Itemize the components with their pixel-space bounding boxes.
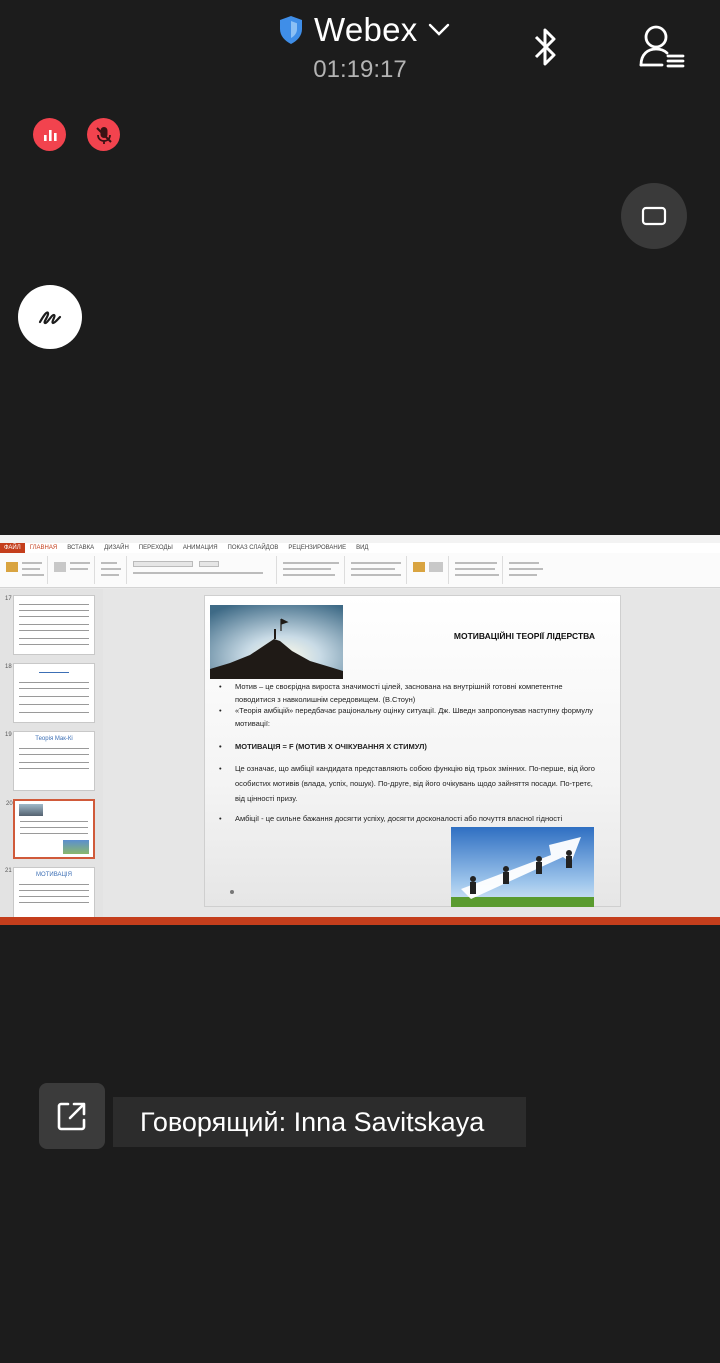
slide-number: 19 [5, 732, 12, 738]
share-out-button[interactable] [39, 1083, 105, 1149]
ppt-tab-file: ФАЙЛ [0, 543, 25, 553]
ribbon-group [451, 556, 503, 584]
current-slide[interactable]: МОТИВАЦІЙНІ ТЕОРІЇ ЛІДЕРСТВА Мотив – це … [204, 595, 621, 907]
ribbon-group [347, 556, 407, 584]
slide-thumbnail-selected[interactable]: 20 [6, 799, 95, 859]
ppt-tab: РЕЦЕНЗИРОВАНИЕ [288, 545, 347, 551]
slide-number: 21 [5, 868, 12, 874]
ppt-tab: ДИЗАЙН [104, 545, 129, 551]
ribbon-group [0, 556, 48, 584]
audio-level-indicator [33, 118, 66, 151]
active-speaker-label: Говорящий: Inna Savitskaya [113, 1097, 526, 1147]
ribbon-group [409, 556, 449, 584]
slide-bullet: МОТИВАЦІЯ = F (МОТИВ Х ОЧІКУВАННЯ Х СТИМ… [219, 740, 597, 753]
slide-animation-marker [230, 890, 234, 894]
participants-button[interactable] [636, 22, 688, 70]
participants-icon [639, 25, 685, 68]
meeting-timer: 01:19:17 [313, 56, 407, 83]
chevron-down-icon[interactable] [428, 23, 450, 37]
slide-thumbnail[interactable]: 18 [5, 663, 95, 723]
slide-thumbnail-title: МОТИВАЦІЯ [36, 872, 72, 878]
ppt-tab: ПЕРЕХОДЫ [138, 545, 173, 551]
mountain-image [210, 605, 343, 679]
slide-number: 17 [5, 596, 12, 602]
ppt-tab: ГЛАВНАЯ [29, 545, 58, 551]
ribbon-group [129, 556, 277, 584]
slide-bullet: Мотив – це своєрідна вироста значимості … [219, 680, 597, 706]
ppt-tab: ВСТАВКА [67, 545, 95, 551]
slide-thumbnail-title: Теорія Мак-Кі [35, 736, 73, 742]
layout-icon [641, 206, 667, 226]
shield-icon [280, 16, 302, 44]
teamwork-image [451, 827, 594, 907]
slide-thumbnails[interactable]: 17 18 19 Теорія Мак-Кі 20 21 МОТИВАЦІЯ [0, 589, 103, 925]
annotate-button[interactable] [18, 285, 82, 349]
ribbon-group [505, 556, 565, 584]
mic-muted-indicator [87, 118, 120, 151]
ppt-titlebar [0, 535, 720, 543]
annotate-icon [38, 311, 62, 325]
ppt-tab: ПОКАЗ СЛАЙДОВ [227, 545, 279, 551]
bluetooth-icon [534, 28, 556, 66]
ribbon-group [97, 556, 127, 584]
webex-meeting-screen: Webex 01:19:17 ФАЙЛ ГЛАВНАЯ ВСТАВКА ДИЗА… [0, 0, 720, 1363]
mic-muted-icon [95, 126, 112, 144]
ppt-ribbon [0, 553, 720, 588]
slide-thumbnail[interactable]: 17 [5, 595, 95, 655]
slide-bullet: Амбіції - це сильне бажання досягти успі… [219, 812, 597, 825]
audio-level-icon [43, 129, 57, 141]
ppt-status-bar [0, 917, 720, 925]
ribbon-group [50, 556, 95, 584]
shared-screen[interactable]: ФАЙЛ ГЛАВНАЯ ВСТАВКА ДИЗАЙН ПЕРЕХОДЫ АНИ… [0, 535, 720, 925]
ribbon-group [279, 556, 345, 584]
bluetooth-button[interactable] [526, 24, 566, 70]
slide-title: МОТИВАЦІЙНІ ТЕОРІЇ ЛІДЕРСТВА [453, 631, 595, 641]
app-name: Webex [314, 11, 418, 48]
slide-bullet: Це означає, що амбіції кандидата предста… [219, 761, 597, 806]
slide-thumbnail[interactable]: 19 Теорія Мак-Кі [5, 731, 95, 791]
ppt-tab: ВИД [356, 545, 369, 551]
share-out-icon [57, 1102, 86, 1131]
ppt-ribbon-tabs: ФАЙЛ ГЛАВНАЯ ВСТАВКА ДИЗАЙН ПЕРЕХОДЫ АНИ… [0, 543, 720, 553]
slide-number: 18 [5, 664, 12, 670]
layout-button[interactable] [621, 183, 687, 249]
slide-number: 20 [6, 801, 13, 807]
meeting-title[interactable]: Webex [278, 10, 450, 50]
slide-bullet: «Теорія амбіцій» передбачає раціональну … [219, 704, 597, 730]
ppt-tab: АНИМАЦИЯ [182, 545, 218, 551]
